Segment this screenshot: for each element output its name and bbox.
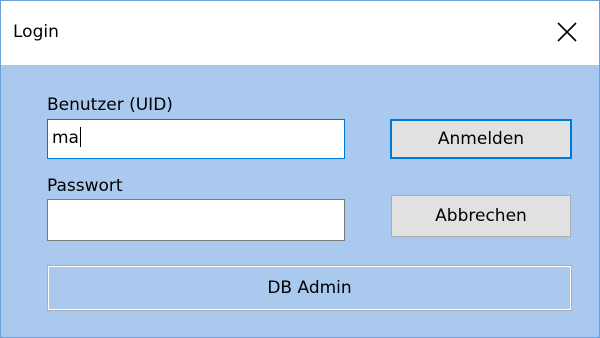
- login-dialog: Login Benutzer (UID) ma Passwort Anmelde…: [0, 0, 600, 338]
- close-icon: [557, 22, 577, 42]
- window-title: Login: [13, 22, 59, 42]
- password-label: Passwort: [47, 176, 123, 196]
- password-input[interactable]: [47, 199, 345, 241]
- login-button[interactable]: Anmelden: [390, 119, 572, 159]
- user-input-value: ma: [52, 128, 79, 148]
- title-bar: Login: [1, 1, 599, 65]
- close-button[interactable]: [537, 1, 599, 65]
- user-label: Benutzer (UID): [47, 95, 173, 115]
- user-input[interactable]: ma: [47, 119, 345, 159]
- cancel-button[interactable]: Abbrechen: [391, 195, 571, 237]
- db-admin-button[interactable]: DB Admin: [47, 265, 572, 311]
- text-caret: [79, 126, 81, 147]
